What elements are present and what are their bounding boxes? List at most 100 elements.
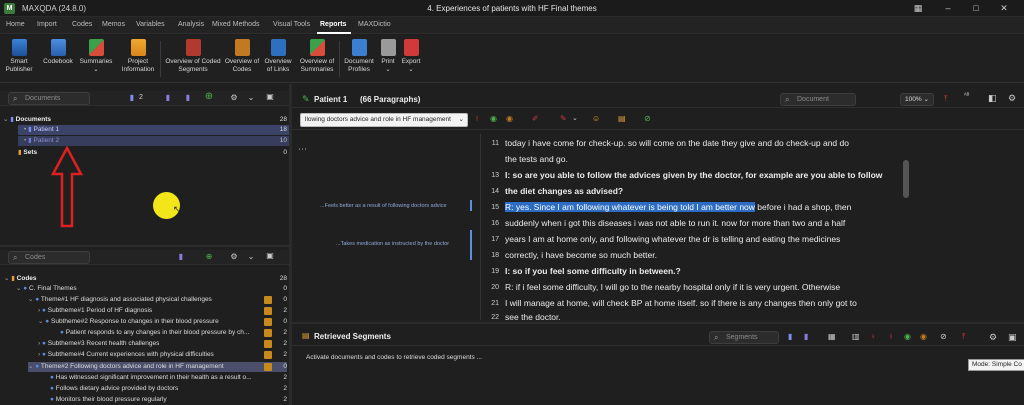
chevron-down-icon[interactable]: ⌄ (572, 114, 578, 122)
edit-pencil-icon[interactable]: ✎ (302, 94, 310, 105)
new-code-icon[interactable]: ⊕ (204, 252, 214, 262)
overview-links-button[interactable]: Overview of Links (261, 39, 295, 74)
tree-row-code[interactable]: ⌄ ● Subtheme#2 Response to changes in th… (38, 317, 287, 327)
text-line[interactable]: R: yes. Since I am following whatever is… (505, 202, 851, 212)
close-icon[interactable]: ✕ (998, 2, 1010, 14)
document-group-icon[interactable]: ▮ (183, 93, 193, 103)
menu-memos[interactable]: Memos (102, 21, 125, 28)
export-icon[interactable]: ⤒ (962, 332, 966, 342)
tree-row-code[interactable]: ⌄ ● C. Final Themes 0 (16, 284, 287, 294)
menu-mixed-methods[interactable]: Mixed Methods (212, 21, 259, 28)
minimize-icon[interactable]: – (942, 2, 954, 14)
memo-segments-icon[interactable]: ◉ (920, 332, 927, 341)
panel-toggle-icon[interactable]: ▣ (1008, 332, 1017, 343)
code-in-vivo-icon[interactable]: ◉ (904, 332, 911, 341)
text-line[interactable]: today i have come for check-up. so will … (505, 138, 849, 148)
tree-row-documents[interactable]: ⌄ ▮ Documents 28 (3, 115, 289, 125)
menu-home[interactable]: Home (6, 21, 25, 28)
code-dropdown[interactable]: llowing doctors advice and role in HF ma… (300, 113, 468, 127)
codebook-button[interactable]: Codebook (42, 39, 74, 66)
menu-variables[interactable]: Variables (136, 21, 165, 28)
smart-publisher-button[interactable]: Smart Publisher (4, 39, 34, 74)
memo-icon[interactable] (264, 329, 272, 337)
coding-stripe[interactable] (470, 230, 472, 260)
weight-icon[interactable]: ♀ (870, 332, 876, 341)
tree-row-code[interactable]: ⌄ ● Theme#1 HF diagnosis and associated … (28, 295, 287, 305)
highlight-icon[interactable]: ✐ (532, 114, 539, 123)
overview-summaries-button[interactable]: Overview of Summaries (296, 39, 338, 74)
text-line[interactable]: I: so if you feel some difficulty in bet… (505, 266, 681, 276)
tree-row-code-selected[interactable]: ⌄ ● Theme#2 Following doctors advice and… (28, 362, 287, 372)
layout-icon[interactable]: ▦ (912, 2, 924, 14)
text-line[interactable]: years I am at home only, and following w… (505, 234, 840, 244)
segments-search-input[interactable]: ⌕ Segments (709, 331, 779, 344)
panel-toggle-icon[interactable]: ▣ (265, 251, 275, 261)
tree-row-code[interactable]: ● Monitors their blood pressure regularl… (50, 395, 287, 405)
project-information-button[interactable]: Project Information (118, 39, 158, 74)
memo-new-icon[interactable]: ▤ (618, 114, 626, 123)
memo-icon[interactable] (264, 296, 272, 304)
link-icon[interactable]: ⊘ (644, 114, 651, 123)
scrollbar-thumb[interactable] (903, 160, 909, 198)
activate-codes-icon[interactable]: ▮ (176, 252, 186, 262)
text-line[interactable]: the tests and go. (505, 154, 568, 164)
coded-segment-memo[interactable]: ...Feels better as a result of following… (320, 203, 447, 209)
tree-row-patient-1[interactable]: • ▮ Patient 1 18 (18, 125, 289, 135)
codes-search-input[interactable]: ⌕ Codes (8, 251, 90, 264)
memo-icon[interactable] (264, 318, 272, 326)
maximize-icon[interactable]: □ (970, 2, 982, 14)
more-options-icon[interactable]: ⋯ (298, 144, 307, 155)
document-search-input[interactable]: ⌕ Document (780, 93, 856, 106)
memo-icon[interactable] (264, 351, 272, 359)
in-vivo-code-icon[interactable]: ◉ (490, 114, 497, 123)
code-filter-icon[interactable]: ▮ (804, 332, 808, 341)
code-new-icon[interactable]: ◉ (506, 114, 513, 123)
menu-import[interactable]: Import (37, 21, 57, 28)
tree-row-codes[interactable]: ⌄ ▮ Codes 28 (4, 274, 287, 284)
overview-coded-segments-button[interactable]: Overview of Coded Segments (163, 39, 223, 74)
spellcheck-icon[interactable]: ᴬᴮ (964, 93, 969, 99)
code-segments-icon[interactable]: ⍿ (890, 332, 892, 342)
tree-row-code[interactable]: › ● Subtheme#3 Recent health challenges … (38, 339, 287, 349)
export-button[interactable]: Export ⌄ (400, 39, 422, 74)
settings-gear-icon[interactable]: ⚙ (989, 332, 997, 343)
chevron-down-icon[interactable]: ⌄ (246, 252, 256, 262)
export-document-icon[interactable]: ⤒ (944, 94, 948, 104)
code-with-code-icon[interactable]: ⍿ (476, 114, 478, 124)
coded-segment-memo[interactable]: ...Takes medication as instructed by the… (336, 241, 449, 247)
table-view-icon[interactable]: ▦ (828, 332, 836, 341)
menu-codes[interactable]: Codes (72, 21, 92, 28)
add-document-icon[interactable]: ⊕ (204, 92, 214, 102)
text-line[interactable]: I: so are you able to follow the advices… (505, 170, 882, 180)
text-line[interactable]: suddenly when i got this diseases i was … (505, 218, 845, 228)
menu-analysis[interactable]: Analysis (178, 21, 204, 28)
settings-gear-icon[interactable]: ⚙ (229, 252, 239, 262)
text-line[interactable]: the diet changes as advised? (505, 186, 623, 196)
link-icon[interactable]: ⊘ (940, 332, 947, 341)
tree-row-patient-2[interactable]: • ▮ Patient 2 10 (18, 136, 289, 146)
menu-reports[interactable]: Reports (320, 21, 346, 28)
memo-icon[interactable] (264, 340, 272, 348)
zoom-select[interactable]: 100% ⌄ (900, 93, 934, 106)
emoticode-icon[interactable]: ☺ (592, 114, 600, 123)
tree-row-code[interactable]: ● Patient responds to any changes in the… (60, 328, 287, 338)
settings-gear-icon[interactable]: ⚙ (1008, 93, 1016, 104)
documents-search-input[interactable]: ⌕ Documents (8, 92, 90, 105)
memo-icon[interactable] (264, 307, 272, 315)
tree-row-code[interactable]: › ● Subtheme#4 Current experiences with … (38, 350, 287, 360)
menu-maxdictio[interactable]: MAXDictio (358, 21, 391, 28)
new-set-icon[interactable]: ▮ (163, 93, 173, 103)
cases-icon[interactable]: ▥ (852, 332, 860, 341)
tree-row-code[interactable]: ● Has witnessed significant improvement … (50, 373, 287, 383)
tree-row-code[interactable]: ● Follows dietary advice provided by doc… (50, 384, 287, 394)
settings-gear-icon[interactable]: ⚙ (229, 93, 239, 103)
panel-toggle-icon[interactable]: ◧ (988, 93, 997, 104)
text-line[interactable]: correctly, i have become so much better. (505, 250, 657, 260)
activate-icon[interactable]: ▮ (788, 332, 792, 341)
color-coding-icon[interactable]: ✎ (560, 114, 567, 123)
panel-toggle-icon[interactable]: ▣ (265, 92, 275, 102)
text-line[interactable]: see the doctor. (505, 312, 561, 322)
tree-row-code[interactable]: › ● Subtheme#1 Period of HF diagnosis 2 (38, 306, 287, 316)
document-profiles-button[interactable]: Document Profiles (342, 39, 376, 74)
chevron-down-icon[interactable]: ⌄ (246, 93, 256, 103)
